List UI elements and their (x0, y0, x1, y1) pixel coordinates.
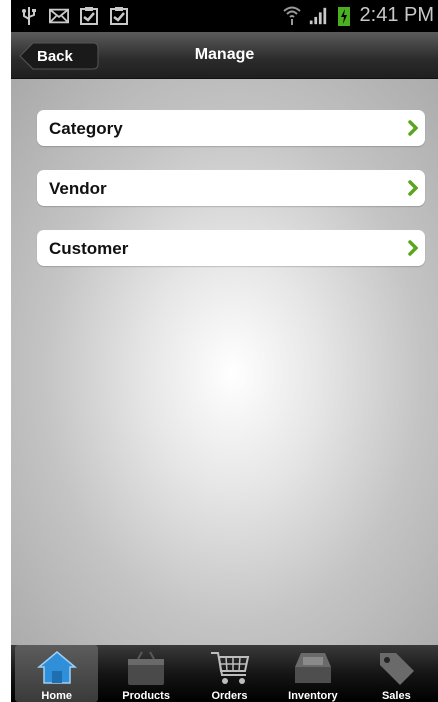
tab-label: Sales (381, 690, 411, 702)
tab-products[interactable]: Products (104, 645, 187, 702)
battery-charging-icon (334, 6, 354, 26)
menu-item-label: Vendor (49, 179, 107, 198)
products-box-icon (128, 651, 165, 685)
navigation-bar: Back Manage (11, 32, 438, 79)
menu-item-category[interactable]: Category (37, 110, 425, 146)
notification-icons (19, 6, 129, 26)
home-icon (36, 651, 77, 684)
app-screen: 2:41 PM Back Manage Category Vendor Cust… (11, 0, 438, 702)
menu-item-label: Category (49, 119, 123, 138)
chevron-right-icon (408, 180, 418, 196)
tab-label: Inventory (288, 690, 338, 702)
tab-inventory[interactable]: Inventory (271, 645, 354, 702)
system-status: 2:41 PM (282, 4, 434, 27)
menu-item-label: Customer (49, 239, 129, 258)
tab-sales[interactable]: Sales (355, 645, 438, 702)
page-title: Manage (194, 46, 255, 63)
wifi-icon (282, 6, 302, 26)
clock: 2:41 PM (359, 4, 434, 26)
cart-icon (210, 652, 249, 684)
signal-icon (308, 6, 328, 26)
tag-icon (380, 653, 415, 685)
mail-icon (49, 6, 69, 26)
chevron-right-icon (408, 120, 418, 136)
usb-icon (19, 6, 39, 26)
chevron-right-icon (408, 240, 418, 256)
bottom-tab-bar: Home Products Orders Inventory Sales (11, 645, 438, 702)
tab-label: Home (41, 690, 72, 702)
tab-label: Orders (211, 690, 248, 702)
status-bar: 2:41 PM (11, 0, 438, 32)
tab-home[interactable]: Home (15, 645, 99, 702)
menu-item-customer[interactable]: Customer (37, 230, 425, 266)
manage-menu-list: Category Vendor Customer (37, 110, 425, 290)
tab-orders[interactable]: Orders (188, 645, 271, 702)
inventory-drawer-icon (294, 653, 331, 683)
content-area: Category Vendor Customer (11, 79, 438, 645)
menu-item-vendor[interactable]: Vendor (37, 170, 425, 206)
tab-label: Products (122, 690, 170, 702)
clipboard-check-icon (109, 6, 129, 26)
clipboard-check-icon (79, 6, 99, 26)
